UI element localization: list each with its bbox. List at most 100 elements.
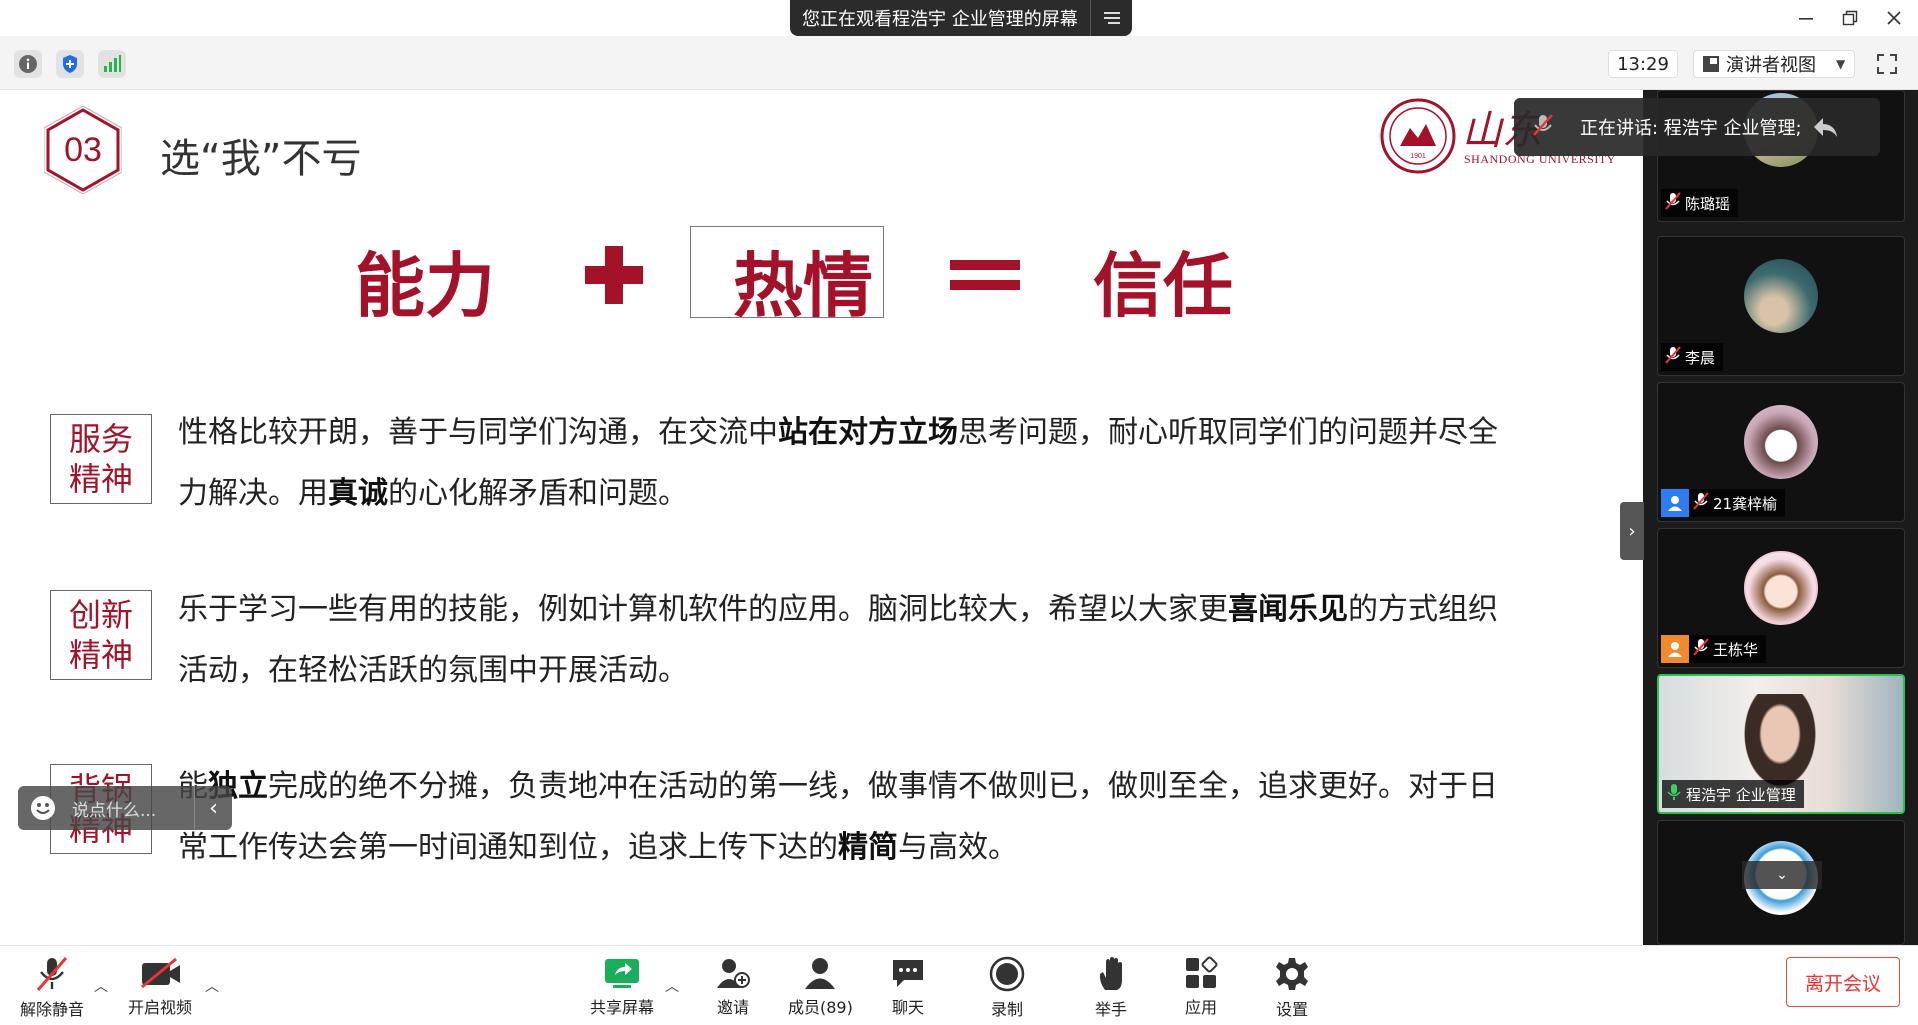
text-segment: 性格比较开朗，善于与同学们沟通，在交流中 <box>178 415 778 450</box>
raise-hand-label: 举手 <box>1094 1000 1127 1019</box>
mic-muted-icon <box>1532 113 1562 142</box>
university-seal-icon: 1901 <box>1380 98 1456 174</box>
text-segment: 的心化解矛盾和问题。 <box>388 476 688 511</box>
collapse-gallery-handle[interactable]: › <box>1620 502 1644 560</box>
chevron-down-icon[interactable]: ⌄ <box>1742 861 1822 889</box>
record-label: 录制 <box>990 1000 1023 1019</box>
section-number: 03 <box>64 130 102 169</box>
shared-slide: 03 选“我”不亏 1901 山东 SHANDONG UNIVERSITY 能力… <box>0 90 1643 945</box>
record-button[interactable]: 录制 <box>987 956 1027 1019</box>
equation-ability: 能力 <box>355 244 495 327</box>
row-responsibility-text: 能独立完成的绝不分摊，负责地冲在活动的第一线，做事情不做则已，做则至全，追求更好… <box>178 756 1498 878</box>
participant-name: 程浩宇 企业管理 <box>1686 785 1796 804</box>
restore-icon[interactable] <box>1832 4 1868 32</box>
share-screen-button[interactable]: 共享屏幕 <box>590 956 654 1018</box>
mic-muted-icon <box>32 956 72 992</box>
participant-tile[interactable]: 王栋华 <box>1657 528 1905 668</box>
participant-tile-active-speaker[interactable]: 程浩宇 企业管理 <box>1657 674 1905 814</box>
chat-icon <box>888 956 928 990</box>
chevron-up-icon[interactable]: ︿ <box>665 976 681 995</box>
apps-icon <box>1181 956 1221 990</box>
plus-icon <box>585 246 643 304</box>
screen-share-banner[interactable]: 您正在观看程浩宇 企业管理的屏幕 <box>790 0 1132 36</box>
participant-avatar <box>1744 405 1818 479</box>
participant-name-tag: 李晨 <box>1661 343 1724 371</box>
speaking-text: 正在讲话: 程浩宇 企业管理; <box>1580 118 1802 139</box>
participant-tile[interactable]: 21龚梓榆 <box>1657 382 1905 522</box>
text-segment: 乐于学习一些有用的技能，例如计算机软件的应用。脑洞比较大，希望以大家更 <box>178 592 1228 627</box>
mic-muted-icon <box>1665 346 1681 368</box>
label-line: 精神 <box>68 636 133 674</box>
raise-hand-button[interactable]: 举手 <box>1091 956 1131 1019</box>
share-screen-label: 共享屏幕 <box>590 998 655 1017</box>
window-titlebar: 您正在观看程浩宇 企业管理的屏幕 <box>0 0 1918 36</box>
row-innovation-text: 乐于学习一些有用的技能，例如计算机软件的应用。脑洞比较大，希望以大家更喜闻乐见的… <box>178 579 1498 701</box>
comment-input-bar[interactable]: 说点什么... ‹ <box>18 786 232 830</box>
start-video-label: 开启视频 <box>128 998 193 1017</box>
section-number-badge: 03 <box>43 105 123 195</box>
invite-button[interactable]: 邀请 <box>713 956 753 1018</box>
participant-tile[interactable]: 李晨 <box>1657 236 1905 376</box>
view-mode-dropdown[interactable]: 演讲者视图 ▼ <box>1693 50 1855 78</box>
bold-segment: 精简 <box>838 830 898 865</box>
share-banner-text: 您正在观看程浩宇 企业管理的屏幕 <box>802 9 1078 30</box>
participant-name: 王栋华 <box>1713 640 1759 659</box>
participant-gallery: 陈璐瑶 李晨 21龚梓榆 王栋华 程浩宇 企业管理 ⌄ <box>1643 90 1918 945</box>
video-off-icon <box>140 956 180 990</box>
mic-muted-icon <box>1665 192 1681 214</box>
unmute-label: 解除静音 <box>20 1000 85 1019</box>
smile-icon[interactable] <box>30 795 56 821</box>
bold-segment: 喜闻乐见 <box>1228 592 1348 627</box>
participant-name-tag: 陈璐瑶 <box>1661 189 1739 217</box>
text-segment: 与高效。 <box>898 830 1018 865</box>
members-icon <box>800 956 840 990</box>
chevron-up-icon[interactable]: ︿ <box>205 976 221 995</box>
label-innovation-spirit: 创新 精神 <box>50 590 152 680</box>
record-icon <box>987 956 1027 992</box>
signal-bars-icon[interactable] <box>98 50 126 78</box>
chat-label: 聊天 <box>891 998 924 1017</box>
chevron-up-icon[interactable]: ︿ <box>94 976 110 995</box>
gear-icon <box>1272 956 1312 992</box>
fullscreen-icon[interactable] <box>1873 50 1901 78</box>
participant-name-tag: 21龚梓榆 <box>1661 489 1786 517</box>
menu-lines-icon[interactable] <box>1090 0 1132 36</box>
settings-label: 设置 <box>1275 1000 1308 1019</box>
comment-placeholder[interactable]: 说点什么... <box>72 796 194 821</box>
user-icon <box>1661 635 1689 663</box>
svg-text:1901: 1901 <box>1410 153 1426 160</box>
participant-name-tag: 程浩宇 企业管理 <box>1662 780 1804 808</box>
info-icon[interactable] <box>14 50 42 78</box>
label-line: 服务 <box>68 420 133 458</box>
collapse-comment-arrow[interactable]: ‹ <box>194 786 232 830</box>
label-line: 创新 <box>68 596 133 634</box>
active-speaker-indicator: 正在讲话: 程浩宇 企业管理; <box>1514 98 1880 156</box>
equals-icon <box>950 260 1020 290</box>
row-service-text: 性格比较开朗，善于与同学们沟通，在交流中站在对方立场思考问题，耐心听取同学们的问… <box>178 402 1498 524</box>
bold-segment: 站在对方立场 <box>778 415 958 450</box>
participant-tile[interactable]: ⌄ <box>1657 820 1905 945</box>
close-icon[interactable] <box>1876 4 1912 32</box>
bold-segment: 真诚 <box>328 476 388 511</box>
equation-trust: 信任 <box>1093 244 1233 327</box>
participant-name: 李晨 <box>1685 348 1716 367</box>
participant-name-tag: 王栋华 <box>1661 635 1767 663</box>
unmute-button[interactable]: 解除静音 <box>20 956 85 1019</box>
settings-button[interactable]: 设置 <box>1272 956 1312 1019</box>
chat-button[interactable]: 聊天 <box>888 956 928 1018</box>
label-line: 精神 <box>68 460 133 498</box>
participant-name: 21龚梓榆 <box>1713 494 1778 513</box>
layout-icon <box>1703 56 1719 72</box>
leave-meeting-button[interactable]: 离开会议 <box>1786 957 1900 1007</box>
meeting-controls: 解除静音 ︿ 开启视频 ︿ 共享屏幕 ︿ 邀请 成员(89) 聊天 录制 举手 … <box>0 945 1918 1025</box>
members-button[interactable]: 成员(89) <box>788 956 853 1018</box>
mic-muted-icon <box>1693 492 1709 514</box>
shield-icon[interactable] <box>56 50 84 78</box>
start-video-button[interactable]: 开启视频 <box>128 956 192 1018</box>
minimize-icon[interactable] <box>1788 4 1824 32</box>
share-arrow-icon[interactable] <box>1802 116 1848 138</box>
apps-button[interactable]: 应用 <box>1181 956 1221 1018</box>
meeting-info-bar: 13:29 演讲者视图 ▼ <box>0 36 1918 90</box>
add-user-icon <box>713 956 753 990</box>
participant-avatar <box>1744 551 1818 625</box>
